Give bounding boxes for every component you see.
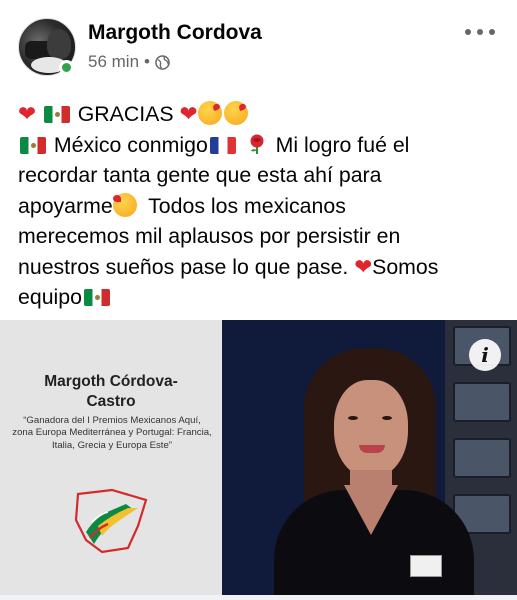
info-icon[interactable]: i xyxy=(469,339,501,371)
text-gracias: GRACIAS xyxy=(77,102,174,126)
post-timestamp[interactable]: 56 min xyxy=(88,52,139,72)
avatar-photo-detail xyxy=(47,29,71,59)
online-status-dot xyxy=(59,60,74,75)
smiling-hearts-face-icon xyxy=(112,192,137,217)
post-divider xyxy=(0,595,517,600)
portrait-neckline xyxy=(344,485,398,535)
award-card: Margoth Córdova- Castro “Ganadora del I … xyxy=(0,320,222,595)
text-line: equipo xyxy=(18,282,508,313)
text-line: recordar tanta gente que esta ahí para xyxy=(18,163,382,187)
text-line: México conmigo Mi logro fué el xyxy=(18,130,508,161)
card-name-line: Castro xyxy=(86,393,136,410)
text-segment: Todos los mexicanos xyxy=(148,193,346,218)
meta-separator: • xyxy=(144,52,150,71)
text-segment: Somos xyxy=(372,254,439,279)
post-image[interactable]: Margoth Córdova- Castro “Ganadora del I … xyxy=(0,320,517,595)
globe-icon xyxy=(155,54,170,70)
text-segment: nuestros sueños pase lo que pase. xyxy=(18,254,349,279)
heart-emoji: ❤ xyxy=(354,254,373,279)
more-options-icon[interactable] xyxy=(465,22,495,42)
award-logo-icon xyxy=(74,488,148,554)
card-quote: “Ganadora del I Premios Mexicanos Aquí, … xyxy=(12,415,212,451)
text-segment: Mi logro fué el xyxy=(275,132,410,157)
background-screen xyxy=(453,382,511,422)
background-screen xyxy=(453,438,511,478)
text-line: ❤ GRACIAS ❤ xyxy=(18,99,508,130)
post-meta: 56 min • xyxy=(88,52,170,72)
text-segment: apoyarme xyxy=(18,193,113,218)
post-header: Margoth Cordova 56 min • xyxy=(18,18,503,80)
rose-icon xyxy=(250,134,264,154)
mexico-flag-icon xyxy=(43,106,70,123)
mexico-flag-icon xyxy=(83,289,110,306)
france-flag-icon xyxy=(209,136,236,154)
heart-emoji: ❤ xyxy=(18,102,36,126)
portrait-face xyxy=(334,380,408,478)
kiss-face-icon xyxy=(224,101,249,125)
portrait-eye xyxy=(382,416,392,420)
post-text: ❤ GRACIAS ❤ México conmigo Mi logro fué … xyxy=(18,99,508,313)
text-segment: equipo xyxy=(18,285,82,309)
portrait-badge xyxy=(410,555,442,577)
facebook-post: Margoth Cordova 56 min • ❤ GRACIAS ❤ Méx… xyxy=(0,0,517,600)
text-line: nuestros sueños pase lo que pase. ❤Somos xyxy=(18,252,508,283)
text-segment: México conmigo xyxy=(53,132,208,157)
heart-emoji: ❤ xyxy=(179,102,198,126)
portrait-mouth xyxy=(359,445,385,453)
card-name-line: Margoth Córdova- xyxy=(44,373,178,390)
text-line: merecemos mil aplausos por persistir en xyxy=(18,224,401,248)
kiss-face-icon xyxy=(198,101,223,125)
mexico-flag-icon xyxy=(20,136,46,154)
portrait-eye xyxy=(348,416,358,420)
text-line: apoyarme Todos los mexicanos xyxy=(18,191,508,222)
card-name: Margoth Córdova- Castro xyxy=(0,372,222,412)
author-name[interactable]: Margoth Cordova xyxy=(88,21,262,45)
